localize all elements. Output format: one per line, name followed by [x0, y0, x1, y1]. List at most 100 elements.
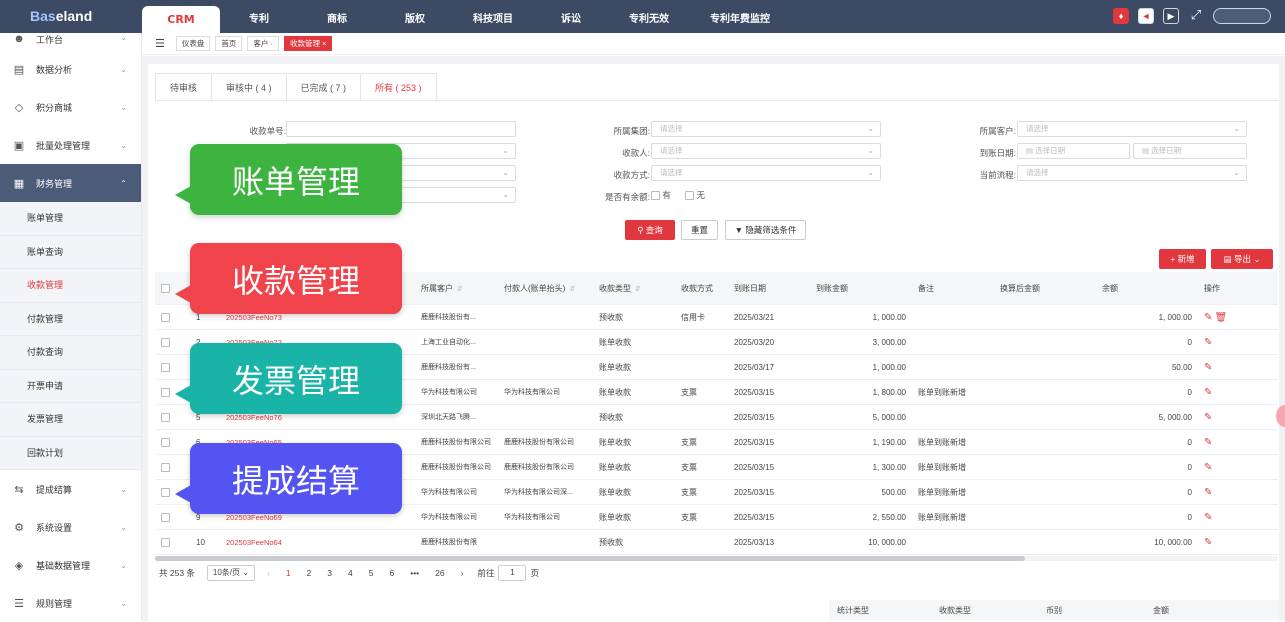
pagetab-receipt-manage[interactable]: 收款管理 ×: [283, 36, 333, 51]
method-select[interactable]: 请选择 ⌄: [651, 165, 881, 181]
cell-select[interactable]: [155, 512, 190, 522]
user-menu[interactable]: [1213, 8, 1271, 24]
page-5[interactable]: 5: [369, 568, 374, 578]
cell-select[interactable]: [155, 462, 190, 472]
sidebar-item-commission[interactable]: ⇆ 提成结算 ⌄: [0, 470, 141, 508]
cell-select[interactable]: [155, 337, 190, 347]
cell-select[interactable]: [155, 412, 190, 422]
cell-code[interactable]: 202503FeeNo64: [220, 538, 303, 547]
topnav-patent[interactable]: 专利: [220, 6, 298, 33]
sidebar-item-workbench[interactable]: ☻ 工作台 ⌄: [0, 33, 141, 50]
page-3[interactable]: 3: [327, 568, 332, 578]
sidebar-item-finance[interactable]: ▦ 财务管理 ⌃: [0, 164, 141, 202]
goto-input[interactable]: 1: [498, 565, 527, 581]
row-checkbox[interactable]: [161, 487, 170, 497]
pagetab-customer[interactable]: 客户 ·: [247, 36, 279, 51]
page-4[interactable]: 4: [348, 568, 353, 578]
select-all-checkbox[interactable]: [161, 283, 170, 293]
edit-icon[interactable]: ✎: [1204, 462, 1212, 473]
customer-select[interactable]: 请选择 ⌄: [1017, 121, 1247, 137]
page-1[interactable]: 1: [286, 568, 291, 578]
arrival-start-date[interactable]: ▤ 选择日期: [1017, 143, 1130, 159]
header-type[interactable]: 收款类型 ⇵: [593, 283, 675, 294]
cell-select[interactable]: [155, 362, 190, 372]
topnav-tech-project[interactable]: 科技项目: [454, 6, 532, 33]
row-checkbox[interactable]: [161, 512, 170, 522]
tab-reviewing[interactable]: 审核中 ( 4 ): [211, 73, 286, 101]
table-row[interactable]: 10 202503FeeNo64 鹿鹿科技股份有限 预收款 2025/03/13 10, …: [155, 530, 1278, 555]
play-icon[interactable]: ▶: [1163, 8, 1179, 24]
sidebar-sub-receipt-manage[interactable]: 收款管理: [0, 269, 141, 303]
scrollbar-thumb[interactable]: [155, 556, 1025, 561]
topnav-crm[interactable]: CRM: [142, 6, 220, 33]
edit-icon[interactable]: ✎: [1204, 362, 1212, 373]
tab-completed[interactable]: 已完成 ( 7 ): [285, 73, 361, 101]
row-checkbox[interactable]: [161, 412, 170, 422]
row-checkbox[interactable]: [161, 462, 170, 472]
group-select[interactable]: 请选择 ⌄: [651, 121, 881, 137]
logo[interactable]: Baseland: [30, 8, 92, 24]
edit-icon[interactable]: ✎: [1204, 537, 1212, 548]
topnav-annual-fee[interactable]: 专利年费监控: [688, 6, 792, 33]
bell-icon[interactable]: ♦: [1113, 8, 1129, 24]
edit-icon[interactable]: ✎: [1204, 312, 1212, 323]
hide-filters-button[interactable]: ▼ 隐藏筛选条件: [725, 220, 806, 240]
sidebar-sub-invoice-manage[interactable]: 发票管理: [0, 403, 141, 437]
volume-icon[interactable]: ◄: [1138, 8, 1154, 24]
row-checkbox[interactable]: [161, 387, 170, 397]
add-button[interactable]: + 新增: [1159, 249, 1206, 269]
fullscreen-icon[interactable]: ⤢: [1188, 8, 1204, 24]
header-payer[interactable]: 付款人(账单抬头) ⇵: [498, 283, 593, 294]
edit-icon[interactable]: ✎: [1204, 337, 1212, 348]
page-2[interactable]: 2: [307, 568, 312, 578]
edit-icon[interactable]: ✎: [1204, 487, 1212, 498]
sidebar-sub-bill-manage[interactable]: 账单管理: [0, 202, 141, 236]
topnav-litigation[interactable]: 诉讼: [532, 6, 610, 33]
receipt-no-input[interactable]: [286, 121, 516, 137]
sidebar-item-batch[interactable]: ▣ 批量处理管理 ⌄: [0, 126, 141, 164]
edit-icon[interactable]: ✎: [1204, 412, 1212, 423]
sidebar-sub-bill-query[interactable]: 账单查询: [0, 235, 141, 269]
sidebar-sub-payment-manage[interactable]: 付款管理: [0, 302, 141, 336]
horizontal-scrollbar[interactable]: [155, 556, 1278, 561]
topnav-copyright[interactable]: 版权: [376, 6, 454, 33]
export-button[interactable]: ▤ 导出 ⌄: [1211, 249, 1273, 269]
prev-page-icon[interactable]: ‹: [267, 568, 270, 578]
balance-yes-checkbox[interactable]: [651, 191, 660, 201]
topnav-patent-invalid[interactable]: 专利无效: [610, 6, 688, 33]
sidebar-item-rules[interactable]: ☰ 规则管理 ⌄: [0, 584, 141, 622]
pagetab-home[interactable]: 首页: [215, 36, 243, 51]
sidebar-item-analytics[interactable]: ▤ 数据分析 ⌄: [0, 50, 141, 88]
topnav-trademark[interactable]: 商标: [298, 6, 376, 33]
sidebar-item-basedata[interactable]: ◈ 基础数据管理 ⌄: [0, 546, 141, 584]
row-checkbox[interactable]: [161, 437, 170, 447]
tab-pending[interactable]: 待审核: [155, 73, 212, 101]
next-page-icon[interactable]: ›: [461, 568, 464, 578]
edit-icon[interactable]: ✎: [1204, 512, 1212, 523]
cell-select[interactable]: [155, 537, 190, 547]
sidebar-item-settings[interactable]: ⚙ 系统设置 ⌄: [0, 508, 141, 546]
header-customer[interactable]: 所属客户 ⇵: [415, 283, 498, 294]
sidebar-sub-payment-query[interactable]: 付款查询: [0, 336, 141, 370]
page-ellipsis[interactable]: •••: [410, 568, 419, 578]
row-checkbox[interactable]: [161, 362, 170, 372]
flow-select[interactable]: 请选择 ⌄: [1017, 165, 1247, 181]
row-checkbox[interactable]: [161, 312, 170, 322]
payee-select[interactable]: 请选择 ⌄: [651, 143, 881, 159]
page-6[interactable]: 6: [389, 568, 394, 578]
search-button[interactable]: ⚲ 查询: [625, 220, 675, 240]
arrival-end-date[interactable]: ▤ 选择日期: [1133, 143, 1247, 159]
delete-icon[interactable]: 🗑: [1215, 312, 1228, 323]
cell-select[interactable]: [155, 437, 190, 447]
tab-all[interactable]: 所有 ( 253 ): [360, 73, 437, 101]
edit-icon[interactable]: ✎: [1204, 437, 1212, 448]
page-26[interactable]: 26: [435, 568, 444, 578]
edit-icon[interactable]: ✎: [1204, 387, 1212, 398]
reset-button[interactable]: 重置: [681, 220, 718, 240]
sidebar-sub-invoice-apply[interactable]: 开票申请: [0, 369, 141, 403]
cell-select[interactable]: [155, 312, 190, 322]
menu-toggle-icon[interactable]: ☰: [155, 37, 165, 50]
sidebar-item-points-mall[interactable]: ◇ 积分商城 ⌄: [0, 88, 141, 126]
row-checkbox[interactable]: [161, 537, 170, 547]
row-checkbox[interactable]: [161, 337, 170, 347]
